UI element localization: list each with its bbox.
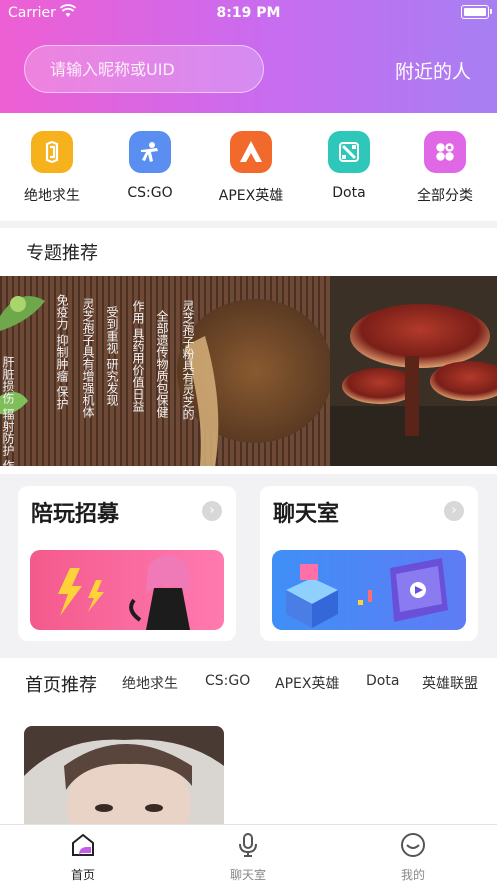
microphone-icon xyxy=(239,833,257,857)
card-title: 聊天室 xyxy=(273,502,340,527)
category-label: Dota xyxy=(332,185,366,201)
csgo-icon xyxy=(129,131,171,173)
tab-label: 我的 xyxy=(400,868,425,882)
category-pubg[interactable]: 绝地求生 xyxy=(7,131,97,205)
tab-mine[interactable]: 我的 xyxy=(373,831,453,883)
banner-text: 灵芝孢子具有增强机体 xyxy=(81,298,95,419)
all-categories-icon xyxy=(424,131,466,173)
tab-home[interactable]: 首页 xyxy=(43,831,123,883)
topic-section: 专题推荐 肝脏损伤 辐射防护 作用 免疫力 抑制肿瘤 保护 灵芝孢子具有增强机体… xyxy=(0,228,497,474)
pubg-icon xyxy=(31,131,73,173)
tab-chatroom[interactable]: 聊天室 xyxy=(208,831,288,883)
card-title: 陪玩招募 xyxy=(31,502,120,527)
banner-text: 免疫力 抑制肿瘤 保护 xyxy=(55,293,69,410)
dota-icon xyxy=(328,131,370,173)
tab-label: 聊天室 xyxy=(229,868,266,882)
tab-csgo[interactable]: CS:GO xyxy=(205,673,250,689)
tab-label: 首页 xyxy=(70,868,95,882)
companion-recruit-card[interactable]: 陪玩招募 › xyxy=(18,486,236,641)
chatroom-illustration xyxy=(272,550,466,630)
topic-banner[interactable]: 肝脏损伤 辐射防护 作用 免疫力 抑制肿瘤 保护 灵芝孢子具有增强机体 受到重视… xyxy=(0,276,497,466)
chatroom-card[interactable]: 聊天室 › xyxy=(260,486,478,641)
banner-text: 受到重视 研究发现 xyxy=(105,306,119,407)
status-bar: Carrier 8:19 PM xyxy=(0,0,497,26)
companion-recruit-illustration xyxy=(30,550,224,630)
category-csgo[interactable]: CS:GO xyxy=(105,131,195,201)
header: Carrier 8:19 PM 附近的人 xyxy=(0,0,497,113)
category-all[interactable]: 全部分类 xyxy=(400,131,490,205)
banner-text: 全部遗传物质包保健 xyxy=(155,309,169,418)
chevron-right-icon[interactable]: › xyxy=(202,501,222,521)
home-icon xyxy=(72,833,94,856)
category-label: 绝地求生 xyxy=(24,188,80,204)
feature-cards: 陪玩招募 › 聊天室 › xyxy=(0,474,497,654)
smiley-icon xyxy=(401,833,425,857)
recommend-section: 首页推荐 绝地求生 CS:GO APEX英雄 Dota 英雄联盟 xyxy=(0,658,497,824)
search-input[interactable] xyxy=(24,45,264,93)
category-row: 绝地求生 CS:GO APEX英雄 Dota 全部分类 xyxy=(0,113,497,221)
category-dota[interactable]: Dota xyxy=(304,131,394,201)
tab-apex[interactable]: APEX英雄 xyxy=(275,673,339,693)
banner-text: 作用 具药用价值日益 xyxy=(131,300,145,412)
apex-icon xyxy=(230,131,272,173)
banner-text: 灵芝孢子粉具有灵芝的 xyxy=(181,300,195,420)
banner-text: 肝脏损伤 辐射防护 作用 xyxy=(1,356,15,466)
tab-pubg[interactable]: 绝地求生 xyxy=(122,673,178,693)
category-label: 全部分类 xyxy=(417,188,473,204)
nearby-people-link[interactable]: 附近的人 xyxy=(395,57,471,84)
section-title: 专题推荐 xyxy=(26,243,98,264)
bottom-tab-bar: 首页 聊天室 我的 xyxy=(0,824,497,883)
tab-dota[interactable]: Dota xyxy=(366,673,399,689)
battery-icon xyxy=(461,5,492,19)
category-apex[interactable]: APEX英雄 xyxy=(206,131,296,205)
category-label: CS:GO xyxy=(127,185,173,201)
recommend-tabs: 首页推荐 绝地求生 CS:GO APEX英雄 Dota 英雄联盟 xyxy=(0,658,497,704)
recommend-card-photo[interactable] xyxy=(24,726,224,824)
clock: 8:19 PM xyxy=(216,5,281,21)
tab-home-recommend[interactable]: 首页推荐 xyxy=(25,671,97,697)
tab-lol[interactable]: 英雄联盟 xyxy=(422,673,478,693)
chevron-right-icon[interactable]: › xyxy=(444,501,464,521)
category-label: APEX英雄 xyxy=(218,188,284,204)
